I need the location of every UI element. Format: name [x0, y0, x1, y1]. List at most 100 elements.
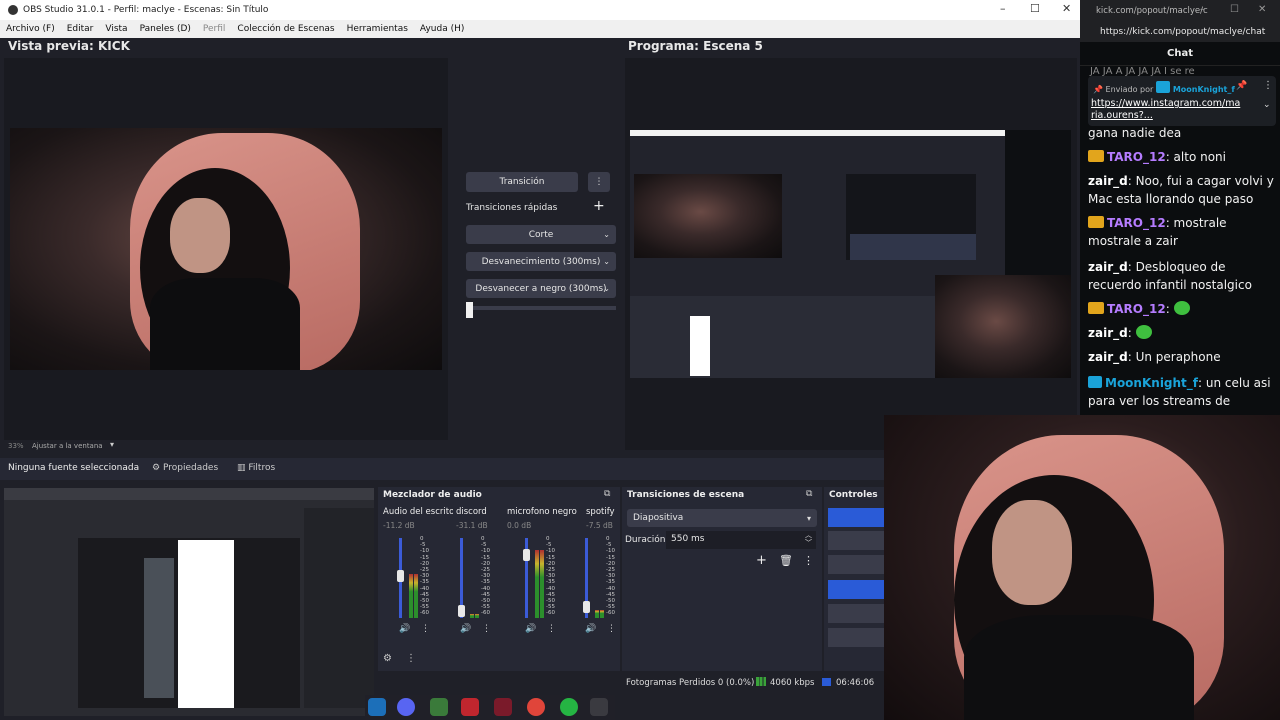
edge-icon[interactable]	[368, 698, 386, 716]
menu-paneles[interactable]: Paneles (D)	[134, 24, 197, 34]
close-icon[interactable]: ✕	[1258, 4, 1266, 15]
indesign-icon[interactable]	[494, 698, 512, 716]
discord-icon[interactable]	[397, 698, 415, 716]
dropped-frames: Fotogramas Perdidos 0 (0.0%)	[626, 678, 755, 688]
chrome-icon[interactable]	[527, 698, 545, 716]
pin-icon[interactable]: 📌	[1236, 81, 1247, 91]
undock-icon[interactable]: ⧉	[604, 489, 610, 499]
mixer-channel-name: Audio del escritorio	[383, 507, 453, 517]
obs-taskbar-icon[interactable]	[590, 698, 608, 716]
tbar-track[interactable]	[466, 306, 616, 310]
meter-tick: -15	[606, 554, 615, 561]
chat-username[interactable]: zair_d	[1088, 260, 1128, 274]
add-icon[interactable]: +	[593, 198, 605, 214]
muted-speaker-icon[interactable]: 🔊	[460, 624, 471, 634]
channel-menu-icon[interactable]: ⋮	[482, 624, 491, 634]
mixer-settings-icon[interactable]: ⚙	[383, 653, 392, 664]
transition-select[interactable]: Diapositiva ▾	[627, 509, 817, 527]
speaker-icon[interactable]: 🔊	[399, 624, 410, 634]
tbar-handle[interactable]	[466, 302, 473, 318]
chat-username[interactable]: zair_d	[1088, 350, 1128, 364]
audio-mixer-title: Mezclador de audio	[383, 490, 482, 500]
scenes-dock	[4, 488, 374, 716]
crown-badge-icon	[1088, 302, 1104, 314]
duration-input[interactable]: 550 ms ︿ ﹀	[666, 531, 816, 549]
delete-transition-icon[interactable]: 🗑	[779, 554, 793, 567]
menu-ayuda[interactable]: Ayuda (H)	[414, 24, 470, 34]
menu-vista[interactable]: Vista	[99, 24, 133, 34]
webcam-overlay	[884, 415, 1280, 720]
audio-level-meter	[595, 610, 599, 618]
maximize-icon[interactable]: ☐	[1230, 4, 1239, 15]
menu-herramientas[interactable]: Herramientas	[341, 24, 414, 34]
stream-icon	[822, 678, 831, 686]
audio-level-meter	[470, 614, 474, 618]
chevron-down-icon[interactable]: ▾	[110, 440, 114, 449]
quick-transition-fade-black[interactable]: Desvanecer a negro (300ms) ⌄	[466, 279, 616, 298]
quick-transition-fade[interactable]: Desvanecimiento (300ms) ⌄	[466, 252, 616, 271]
channel-menu-icon[interactable]: ⋮	[421, 624, 430, 634]
explorer-icon[interactable]	[430, 698, 448, 716]
app-icon[interactable]	[461, 698, 479, 716]
pinned-link[interactable]: https://www.instagram.com/maria.ourens?.…	[1091, 98, 1241, 122]
menu-editar[interactable]: Editar	[61, 24, 100, 34]
meter-tick: -10	[420, 548, 429, 555]
transition-menu-icon[interactable]: ⋮	[588, 172, 610, 192]
meter-tick: -15	[481, 554, 490, 561]
chat-message: TARO_12:	[1088, 300, 1276, 318]
chat-username[interactable]: TARO_12	[1107, 216, 1166, 230]
meter-scale: 0 -5 -10 -15 -20 -25 -30 -35 -40 -45 -50 -55 -60	[606, 536, 615, 617]
start-recording-button[interactable]	[828, 531, 884, 550]
muted-speaker-icon[interactable]: 🔊	[585, 624, 596, 634]
channel-menu-icon[interactable]: ⋮	[607, 624, 616, 634]
mixer-channel-name: spotify	[586, 507, 615, 517]
volume-slider-handle[interactable]	[523, 548, 530, 561]
fit-dropdown[interactable]: Ajustar a la ventana	[32, 442, 103, 450]
close-icon[interactable]: ✕	[1062, 2, 1071, 15]
spinner-icon[interactable]: ︿ ﹀	[805, 531, 812, 547]
chat-username[interactable]: MoonKnight_f	[1105, 376, 1198, 390]
volume-slider-handle[interactable]	[458, 604, 465, 617]
pinned-menu-icon[interactable]: ⋮	[1263, 80, 1273, 91]
meter-tick: -10	[546, 548, 555, 555]
transition-button[interactable]: Transición	[466, 172, 578, 192]
mixer-menu-icon[interactable]: ⋮	[406, 653, 416, 664]
quick-transition-corte[interactable]: Corte ⌄	[466, 225, 616, 244]
maximize-icon[interactable]: ☐	[1030, 2, 1040, 15]
speaker-icon[interactable]: 🔊	[525, 624, 536, 634]
properties-button[interactable]: ⚙ Propiedades	[152, 463, 218, 473]
no-source-label: Ninguna fuente seleccionada	[8, 463, 140, 473]
meter-tick: -40	[420, 585, 429, 592]
volume-slider-handle[interactable]	[397, 569, 404, 582]
chat-username[interactable]: TARO_12	[1107, 150, 1166, 164]
exit-button[interactable]	[828, 628, 884, 647]
meter-tick: -15	[546, 554, 555, 561]
chat-username[interactable]: zair_d	[1088, 326, 1128, 340]
filters-button[interactable]: ▥ Filtros	[237, 463, 275, 473]
volume-slider-handle[interactable]	[583, 601, 590, 613]
chat-message: zair_d: Desbloqueo de recuerdo infantil …	[1088, 258, 1276, 294]
studio-mode-button[interactable]	[828, 580, 884, 599]
minimize-icon[interactable]: –	[1200, 4, 1205, 15]
transition-menu-icon[interactable]: ⋮	[803, 554, 814, 567]
crown-badge-icon	[1088, 216, 1104, 228]
menu-coleccion[interactable]: Colección de Escenas	[231, 24, 340, 34]
add-transition-icon[interactable]: +	[756, 553, 767, 568]
undock-icon[interactable]: ⧉	[806, 489, 812, 499]
chat-address-bar[interactable]: https://kick.com/popout/maclye/chat	[1080, 22, 1280, 42]
whatsapp-icon[interactable]	[560, 698, 578, 716]
preview-video	[10, 128, 442, 370]
start-streaming-button[interactable]	[828, 508, 884, 527]
chat-username[interactable]: TARO_12	[1107, 302, 1166, 316]
settings-button[interactable]	[828, 604, 884, 623]
minimize-icon[interactable]: –	[1000, 2, 1006, 15]
channel-menu-icon[interactable]: ⋮	[547, 624, 556, 634]
expand-chevron-icon[interactable]: ⌄	[1263, 100, 1271, 110]
chat-titlebar: kick.com/popout/maclye/c – ☐ ✕	[1080, 0, 1280, 22]
virtual-camera-button[interactable]	[828, 555, 884, 574]
menu-archivo[interactable]: Archivo (F)	[0, 24, 61, 34]
chevron-down-icon: ▾	[806, 513, 811, 523]
chat-username[interactable]: zair_d	[1088, 174, 1128, 188]
meter-tick: -40	[606, 585, 615, 592]
menu-perfil[interactable]: Perfil	[197, 24, 232, 34]
